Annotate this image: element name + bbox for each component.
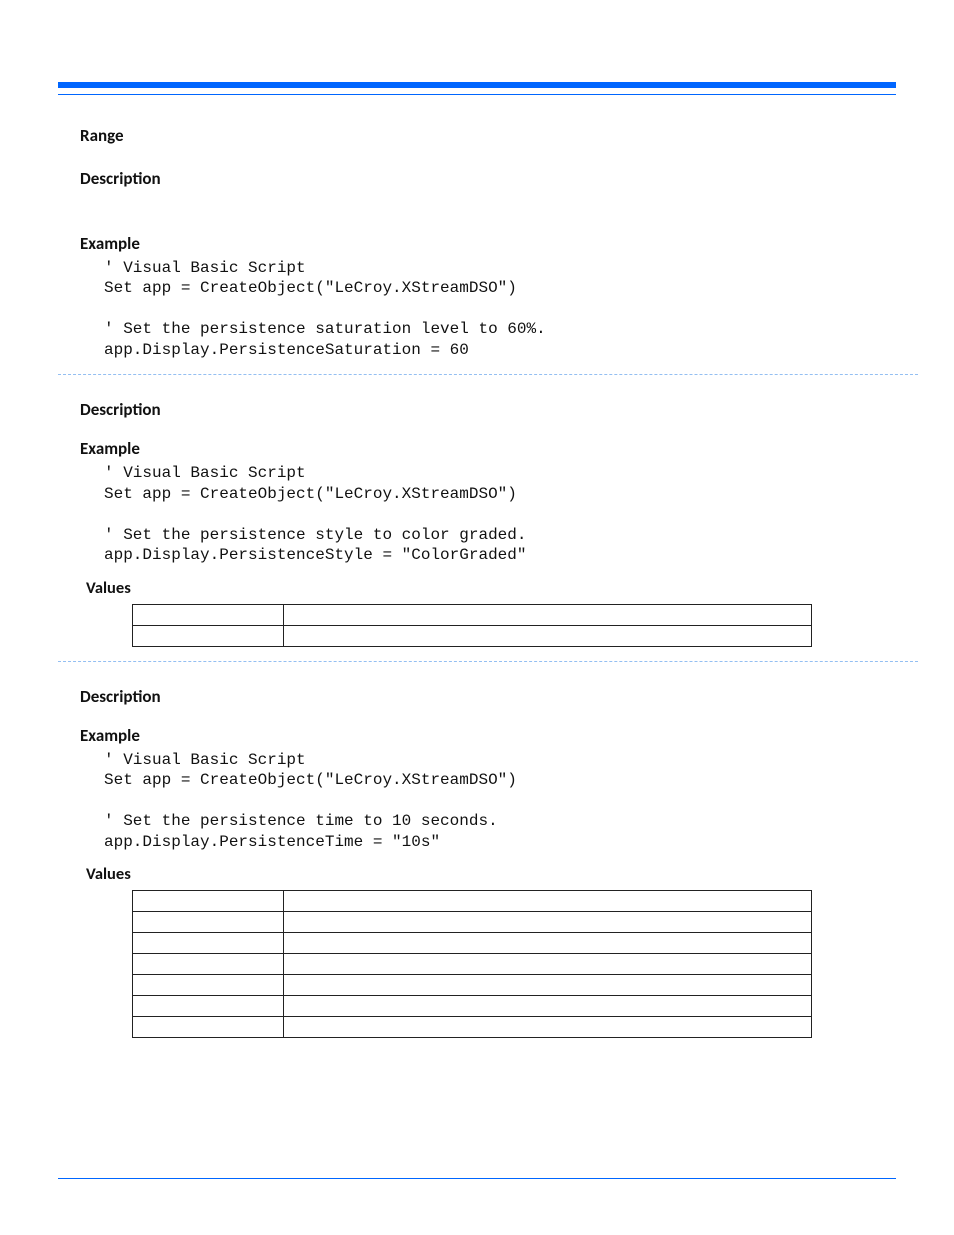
header-rule-thin bbox=[58, 94, 896, 95]
table-row bbox=[133, 1017, 812, 1038]
section-divider bbox=[58, 661, 918, 662]
table-row bbox=[133, 975, 812, 996]
description-heading: Description bbox=[80, 168, 896, 189]
values-heading: Values bbox=[86, 864, 896, 884]
table-cell bbox=[133, 996, 284, 1017]
example-heading: Example bbox=[80, 233, 896, 254]
table-row bbox=[133, 891, 812, 912]
table-cell bbox=[133, 1017, 284, 1038]
code-block: ' Visual Basic Script Set app = CreateOb… bbox=[104, 463, 896, 565]
table-cell bbox=[284, 891, 812, 912]
page: Range Description Example ' Visual Basic… bbox=[0, 0, 954, 1235]
spacer bbox=[80, 707, 896, 725]
code-block: ' Visual Basic Script Set app = CreateOb… bbox=[104, 750, 896, 852]
table-row bbox=[133, 625, 812, 646]
table-row bbox=[133, 604, 812, 625]
table-cell bbox=[284, 1017, 812, 1038]
table-cell bbox=[133, 975, 284, 996]
table-cell bbox=[284, 912, 812, 933]
spacer bbox=[80, 420, 896, 438]
footer-rule bbox=[58, 1178, 896, 1179]
description-heading: Description bbox=[80, 399, 896, 420]
table-cell bbox=[284, 975, 812, 996]
table-cell bbox=[133, 891, 284, 912]
description-heading: Description bbox=[80, 686, 896, 707]
table-cell bbox=[133, 933, 284, 954]
values-table bbox=[132, 890, 812, 1038]
table-cell bbox=[284, 933, 812, 954]
table-row bbox=[133, 996, 812, 1017]
values-heading: Values bbox=[86, 578, 896, 598]
example-heading: Example bbox=[80, 438, 896, 459]
table-cell bbox=[133, 912, 284, 933]
table-row bbox=[133, 933, 812, 954]
table-cell bbox=[284, 604, 812, 625]
table-cell bbox=[284, 625, 812, 646]
table-row bbox=[133, 954, 812, 975]
table-cell bbox=[133, 604, 284, 625]
table-cell bbox=[133, 625, 284, 646]
example-heading: Example bbox=[80, 725, 896, 746]
header-rule-thick bbox=[58, 82, 896, 88]
values-table bbox=[132, 604, 812, 647]
table-cell bbox=[284, 996, 812, 1017]
spacer bbox=[80, 189, 896, 233]
table-row bbox=[133, 912, 812, 933]
content-area: Range Description Example ' Visual Basic… bbox=[80, 125, 896, 1038]
table-cell bbox=[133, 954, 284, 975]
section-divider bbox=[58, 374, 918, 375]
range-heading: Range bbox=[80, 125, 896, 146]
code-block: ' Visual Basic Script Set app = CreateOb… bbox=[104, 258, 896, 360]
table-cell bbox=[284, 954, 812, 975]
